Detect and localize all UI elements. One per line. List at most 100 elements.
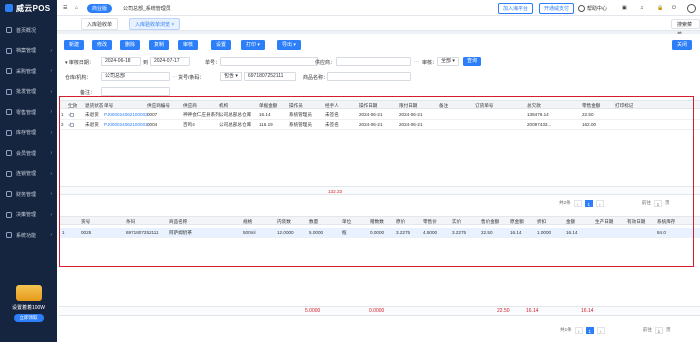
master-header-cell[interactable]: 退货状态: [85, 101, 103, 110]
master-header-cell[interactable]: 零售金额: [582, 101, 600, 110]
detail-header-cell[interactable]: 原价: [396, 217, 405, 226]
master-header-cell[interactable]: 打印标记: [615, 101, 633, 110]
export-button[interactable]: 导出 ▾: [277, 40, 301, 50]
page-number[interactable]: 1: [584, 199, 593, 207]
cube-icon[interactable]: ▣: [622, 0, 627, 16]
sidebar-item-2[interactable]: 采购管理 ›: [0, 61, 57, 82]
delete-button[interactable]: 删除: [120, 40, 141, 50]
detail-header-cell[interactable]: 售价金额: [481, 217, 499, 226]
barcode-mode-select[interactable]: 包含 ▾: [220, 72, 242, 81]
prev-page-icon[interactable]: ‹: [574, 326, 583, 334]
tab-inbound-receipt[interactable]: 入库验收单: [81, 18, 119, 30]
detail-header-cell[interactable]: 单位: [342, 217, 351, 226]
power-icon[interactable]: ⏻: [672, 0, 676, 16]
supplier-input[interactable]: [336, 57, 411, 66]
bell-icon[interactable]: ♫: [640, 0, 644, 16]
footer-gift: 0.0000: [369, 308, 385, 314]
sidebar-item-10[interactable]: 系统功能 ›: [0, 225, 57, 246]
docno-input[interactable]: [220, 57, 318, 66]
date-from-input[interactable]: 2024-06-18: [101, 57, 141, 66]
search-menu-input[interactable]: 搜索菜单: [671, 19, 700, 38]
org-input[interactable]: 公司总部: [101, 72, 170, 81]
detail-header-cell[interactable]: 有效日期: [627, 217, 645, 226]
detail-header-cell[interactable]: 赠数数: [370, 217, 384, 226]
detail-header-cell[interactable]: 货号: [81, 217, 90, 226]
menu-toggle-icon[interactable]: ☰: [63, 0, 67, 16]
edit-button[interactable]: 修改: [92, 40, 113, 50]
master-header-cell[interactable]: 经手人: [325, 101, 339, 110]
audit-button[interactable]: 审核: [178, 40, 199, 50]
master-header-cell[interactable]: 总欠款: [527, 101, 541, 110]
close-button[interactable]: 关闭: [672, 40, 693, 50]
row-checkbox[interactable]: [70, 110, 74, 119]
sidebar-item-3[interactable]: 批发管理 ›: [0, 82, 57, 103]
org-lookup-icon[interactable]: ···: [172, 74, 177, 80]
detail-header-cell[interactable]: 零售价: [423, 217, 437, 226]
open-pay-button[interactable]: 开通威支付: [539, 2, 575, 14]
page-number[interactable]: 1: [585, 326, 594, 334]
master-header-cell[interactable]: 限付日期: [399, 101, 417, 110]
table-row[interactable]: 1 √ 未退货 PJ000024062100002 0007 神神会仁庄县系列 公司总部总仓…: [59, 110, 700, 120]
next-page-icon[interactable]: ›: [595, 199, 604, 207]
master-header-cell[interactable]: 机构: [219, 101, 228, 110]
detail-header-cell[interactable]: 规格: [243, 217, 252, 226]
master-header-cell[interactable]: 操作日期: [359, 101, 377, 110]
detail-header-cell[interactable]: 条码: [126, 217, 135, 226]
table-cell: 22.50: [481, 230, 493, 235]
lock-icon[interactable]: 🔒: [657, 0, 663, 16]
query-button[interactable]: 查询: [463, 57, 482, 66]
table-row[interactable]: 2 √ 未退货 PJ000024062100001 0004 百鸣4 公司总部总仓库 116.…: [59, 120, 700, 130]
barcode-input[interactable]: 6971807252111: [244, 72, 296, 81]
detail-header-cell[interactable]: 金额: [566, 217, 575, 226]
detail-header-cell[interactable]: 内装数: [277, 217, 291, 226]
detail-header-cell[interactable]: 原金额: [510, 217, 524, 226]
sidebar-item-6[interactable]: 会员管理 ›: [0, 143, 57, 164]
prev-page-icon[interactable]: ‹: [573, 199, 582, 207]
next-page-icon[interactable]: ›: [596, 326, 605, 334]
help-center[interactable]: 帮助中心: [578, 0, 607, 16]
master-header-cell[interactable]: 订货单号: [475, 101, 493, 110]
promo-claim-button[interactable]: 立即领取: [13, 314, 44, 322]
home-icon[interactable]: ⌂: [75, 0, 78, 16]
avatar[interactable]: [687, 3, 696, 13]
table-cell: 16.14: [566, 230, 578, 235]
sidebar-item-8[interactable]: 财务管理 ›: [0, 184, 57, 205]
master-header-cell[interactable]: 操作员: [289, 101, 303, 110]
table-row[interactable]: 1 0025 6971807252111 阿萨姆奶茶 500ml 12.0000 5.000…: [59, 228, 700, 238]
detail-header-cell[interactable]: 商品名称: [169, 217, 187, 226]
settings-button[interactable]: 设置: [211, 40, 232, 50]
master-header-cell[interactable]: 备注: [439, 101, 448, 110]
detail-header-cell[interactable]: 折扣: [537, 217, 546, 226]
new-button[interactable]: 新建: [64, 40, 85, 50]
sidebar-item-1[interactable]: 档案管理 ›: [0, 41, 57, 62]
select-all-checkbox[interactable]: [70, 101, 74, 110]
goto-input[interactable]: 1: [653, 199, 662, 207]
detail-header-cell[interactable]: 系统库存: [657, 217, 675, 226]
copy-button[interactable]: 复制: [149, 40, 170, 50]
tab-inbound-receipt-browse[interactable]: 入库验收单浏览 ×: [129, 18, 181, 30]
goods-name-input[interactable]: [327, 72, 411, 81]
print-button[interactable]: 打印 ▾: [241, 40, 265, 50]
sidebar-item-0[interactable]: 首页概况: [0, 20, 57, 41]
detail-header-cell[interactable]: 实价: [452, 217, 461, 226]
detail-header-cell[interactable]: 生产日期: [595, 217, 613, 226]
chevron-right-icon: ›: [50, 191, 52, 198]
row-checkbox[interactable]: [70, 120, 74, 129]
remark-input[interactable]: [101, 87, 170, 96]
sidebar-item-4[interactable]: 零售管理 ›: [0, 102, 57, 123]
close-icon[interactable]: ×: [171, 22, 174, 28]
goto-input[interactable]: 1: [654, 326, 663, 334]
sidebar-item-7[interactable]: 连锁管理 ›: [0, 164, 57, 185]
supplier-lookup-icon[interactable]: ···: [414, 59, 419, 65]
master-header-cell[interactable]: 单号: [104, 101, 113, 110]
master-header-cell[interactable]: 供应商编号: [147, 101, 170, 110]
sidebar-item-5[interactable]: 库存管理 ›: [0, 123, 57, 144]
join-platform-button[interactable]: 加入海平台: [498, 2, 534, 14]
date-to-input[interactable]: 2024-07-17: [150, 57, 190, 66]
sidebar-item-9[interactable]: 决策管理 ›: [0, 205, 57, 226]
detail-header-cell[interactable]: 数量: [309, 217, 318, 226]
edition-chip[interactable]: 商业版: [87, 3, 113, 13]
master-header-cell[interactable]: 供应商: [183, 101, 197, 110]
master-header-cell[interactable]: 单据金额: [259, 101, 277, 110]
audit-status-select[interactable]: 全部 ▾: [437, 57, 459, 66]
